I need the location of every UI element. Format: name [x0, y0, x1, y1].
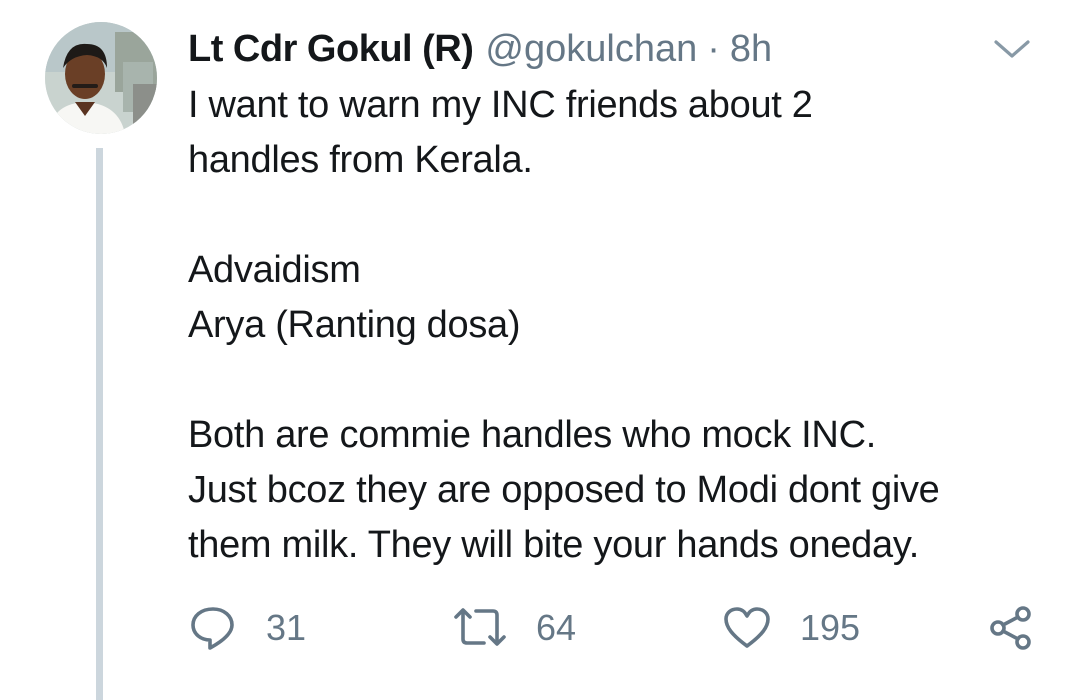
tweet-text-line: Arya (Ranting dosa) [188, 304, 521, 346]
chevron-down-icon [994, 40, 1030, 58]
tweet-menu-button[interactable] [990, 32, 1034, 66]
avatar[interactable] [45, 22, 157, 134]
tweet-text-line: handles from Kerala. [188, 139, 533, 181]
tweet-text-line: Just bcoz they are opposed to Modi dont … [188, 469, 940, 511]
tweet-text-line: them milk. They will bite your hands one… [188, 524, 919, 566]
tweet-header: Lt Cdr Gokul (R) @gokulchan · 8h [188, 26, 772, 72]
retweet-count: 64 [536, 607, 577, 648]
reply-count: 31 [266, 607, 307, 648]
like-count: 195 [800, 607, 861, 648]
tweet-text-line: Advaidism [188, 249, 361, 291]
user-avatar-image [45, 22, 157, 134]
share-button[interactable] [986, 598, 1036, 658]
author-display-name[interactable]: Lt Cdr Gokul (R) [188, 26, 474, 72]
share-icon [990, 606, 1031, 650]
tweet-timestamp[interactable]: 8h [730, 26, 772, 72]
tweet-text-line: I want to warn my INC friends about 2 [188, 84, 813, 126]
tweet-text-line: Both are commie handles who mock INC. [188, 414, 876, 456]
reply-icon [191, 607, 234, 650]
author-handle[interactable]: @gokulchan [485, 26, 697, 72]
heart-icon [724, 607, 770, 648]
retweet-button[interactable]: 64 [452, 598, 576, 658]
retweet-icon [454, 608, 506, 646]
reply-button[interactable]: 31 [188, 598, 306, 658]
tweet-text: I want to warn my INC friends about 2 ha… [188, 78, 1048, 573]
like-button[interactable]: 195 [722, 598, 860, 658]
separator-dot: · [707, 28, 720, 70]
tweet-actions: 31 64 195 [0, 598, 1080, 658]
